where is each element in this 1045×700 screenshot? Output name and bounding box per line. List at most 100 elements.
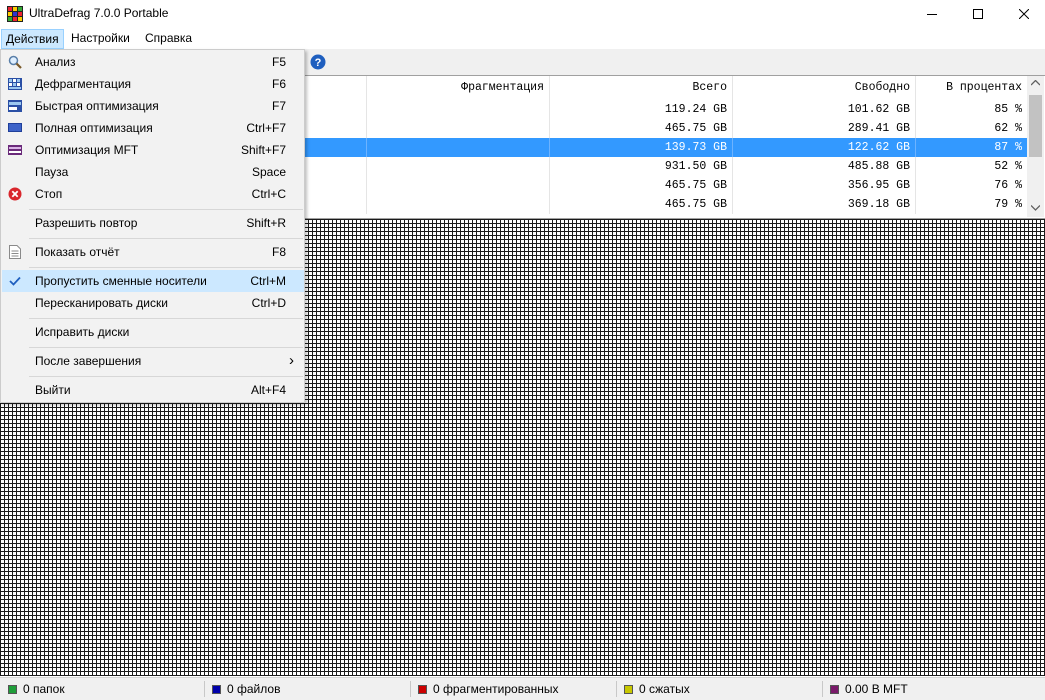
menu-item-label: После завершения bbox=[35, 354, 142, 368]
total-cell: 465.75 GB bbox=[550, 119, 733, 138]
menu-item-skip-removable[interactable]: Пропустить сменные носители Ctrl+M bbox=[2, 270, 304, 292]
fragmentation-cell bbox=[367, 176, 550, 195]
menu-actions[interactable]: Действия bbox=[1, 29, 64, 49]
menu-item-stop[interactable]: Стоп Ctrl+C bbox=[2, 183, 304, 205]
menu-item-label: Пауза bbox=[35, 165, 69, 179]
chevron-right-icon: › bbox=[289, 352, 294, 369]
menu-item-show-report[interactable]: Показать отчёт F8 bbox=[2, 241, 304, 263]
status-compressed-text: 0 сжатых bbox=[639, 682, 690, 696]
menu-item-after-finish[interactable]: После завершения › bbox=[2, 350, 304, 372]
fragmented-color-swatch bbox=[418, 684, 427, 694]
status-divider bbox=[616, 681, 617, 697]
title-bar: UltraDefrag 7.0.0 Portable bbox=[0, 0, 1045, 28]
full-optimize-icon bbox=[7, 120, 23, 136]
status-files: 0 файлов bbox=[212, 678, 280, 700]
free-cell: 485.88 GB bbox=[733, 157, 916, 176]
menu-item-label: Пропустить сменные носители bbox=[35, 274, 207, 288]
menu-item-label: Выйти bbox=[35, 383, 71, 397]
menu-separator bbox=[29, 318, 303, 319]
menu-item-mft-optimize[interactable]: Оптимизация MFT Shift+F7 bbox=[2, 139, 304, 161]
status-files-text: 0 файлов bbox=[227, 682, 281, 696]
menu-separator bbox=[29, 267, 303, 268]
menu-item-full-optimize[interactable]: Полная оптимизация Ctrl+F7 bbox=[2, 117, 304, 139]
maximize-button[interactable] bbox=[955, 0, 1001, 28]
scroll-down-icon[interactable] bbox=[1031, 205, 1040, 211]
column-header-free[interactable]: Свободно bbox=[733, 76, 916, 100]
total-cell: 139.73 GB bbox=[550, 138, 733, 157]
mft-color-swatch bbox=[830, 684, 839, 694]
menu-item-analyze[interactable]: Анализ F5 bbox=[2, 51, 304, 73]
fragmentation-cell bbox=[367, 157, 550, 176]
checkmark-icon bbox=[7, 273, 23, 289]
drive-list-scrollbar[interactable] bbox=[1027, 76, 1044, 217]
menu-separator bbox=[29, 376, 303, 377]
menu-separator bbox=[29, 209, 303, 210]
column-header-fragmentation[interactable]: Фрагментация bbox=[367, 76, 550, 100]
menu-item-allow-repeat[interactable]: Разрешить повтор Shift+R bbox=[2, 212, 304, 234]
menu-item-exit[interactable]: Выйти Alt+F4 bbox=[2, 379, 304, 401]
percent-cell: 52 % bbox=[994, 160, 1022, 173]
status-folders-text: 0 папок bbox=[23, 682, 65, 696]
menu-bar: Действия Настройки Справка bbox=[0, 28, 1045, 49]
status-divider bbox=[204, 681, 205, 697]
menu-item-label: Полная оптимизация bbox=[35, 121, 153, 135]
total-cell: 465.75 GB bbox=[550, 176, 733, 195]
column-header-percent[interactable]: В процентах bbox=[916, 76, 1027, 100]
menu-item-label: Стоп bbox=[35, 187, 63, 201]
minimize-button[interactable] bbox=[909, 0, 955, 28]
svg-text:?: ? bbox=[315, 57, 322, 69]
menu-help[interactable]: Справка bbox=[140, 28, 197, 48]
menu-separator bbox=[29, 347, 303, 348]
folders-color-swatch bbox=[8, 684, 17, 694]
status-mft-text: 0.00 B MFT bbox=[845, 682, 908, 696]
menu-item-label: Показать отчёт bbox=[35, 245, 120, 259]
percent-cell: 87 % bbox=[994, 141, 1022, 154]
total-cell: 119.24 GB bbox=[550, 100, 733, 119]
quick-optimize-icon bbox=[7, 98, 23, 114]
fragmentation-cell bbox=[367, 100, 550, 119]
free-cell: 101.62 GB bbox=[733, 100, 916, 119]
menu-item-shortcut: Ctrl+D bbox=[251, 296, 286, 310]
close-icon bbox=[1019, 9, 1029, 19]
menu-item-shortcut: Ctrl+F7 bbox=[246, 121, 286, 135]
close-button[interactable] bbox=[1001, 0, 1045, 28]
menu-item-label: Пересканировать диски bbox=[35, 296, 168, 310]
defrag-icon bbox=[7, 76, 23, 92]
files-color-swatch bbox=[212, 684, 221, 694]
help-icon[interactable]: ? bbox=[310, 54, 326, 70]
menu-settings[interactable]: Настройки bbox=[66, 28, 135, 48]
free-cell: 356.95 GB bbox=[733, 176, 916, 195]
menu-item-shortcut: F7 bbox=[271, 99, 286, 113]
status-folders: 0 папок bbox=[8, 678, 65, 700]
menu-item-label: Анализ bbox=[35, 55, 76, 69]
status-mft: 0.00 B MFT bbox=[830, 678, 908, 700]
menu-item-repair-disks[interactable]: Исправить диски bbox=[2, 321, 304, 343]
menu-item-shortcut: Space bbox=[251, 165, 286, 179]
menu-item-shortcut: Shift+R bbox=[246, 216, 286, 230]
percent-cell: 76 % bbox=[994, 179, 1022, 192]
status-fragmented-text: 0 фрагментированных bbox=[433, 682, 559, 696]
stop-icon bbox=[7, 186, 23, 202]
menu-item-defrag[interactable]: Дефрагментация F6 bbox=[2, 73, 304, 95]
free-cell: 289.41 GB bbox=[733, 119, 916, 138]
menu-item-shortcut: Shift+F7 bbox=[240, 143, 286, 157]
menu-item-shortcut: Ctrl+C bbox=[251, 187, 286, 201]
percent-cell: 62 % bbox=[994, 122, 1022, 135]
scroll-up-icon[interactable] bbox=[1031, 80, 1040, 86]
menu-item-quick-optimize[interactable]: Быстрая оптимизация F7 bbox=[2, 95, 304, 117]
menu-item-rescan-disks[interactable]: Пересканировать диски Ctrl+D bbox=[2, 292, 304, 314]
window-title: UltraDefrag 7.0.0 Portable bbox=[29, 6, 169, 20]
fragmentation-cell bbox=[367, 195, 550, 214]
scrollbar-thumb[interactable] bbox=[1029, 95, 1042, 157]
status-fragmented: 0 фрагментированных bbox=[418, 678, 559, 700]
free-cell: 369.18 GB bbox=[733, 195, 916, 214]
status-compressed: 0 сжатых bbox=[624, 678, 690, 700]
free-cell: 122.62 GB bbox=[733, 138, 916, 157]
menu-item-label: Разрешить повтор bbox=[35, 216, 138, 230]
total-cell: 465.75 GB bbox=[550, 195, 733, 214]
menu-item-pause[interactable]: Пауза Space bbox=[2, 161, 304, 183]
magnifier-icon bbox=[7, 54, 23, 70]
status-bar: 0 папок 0 файлов 0 фрагментированных 0 с… bbox=[0, 677, 1045, 700]
column-header-total[interactable]: Всего bbox=[550, 76, 733, 100]
fragmentation-cell bbox=[367, 119, 550, 138]
